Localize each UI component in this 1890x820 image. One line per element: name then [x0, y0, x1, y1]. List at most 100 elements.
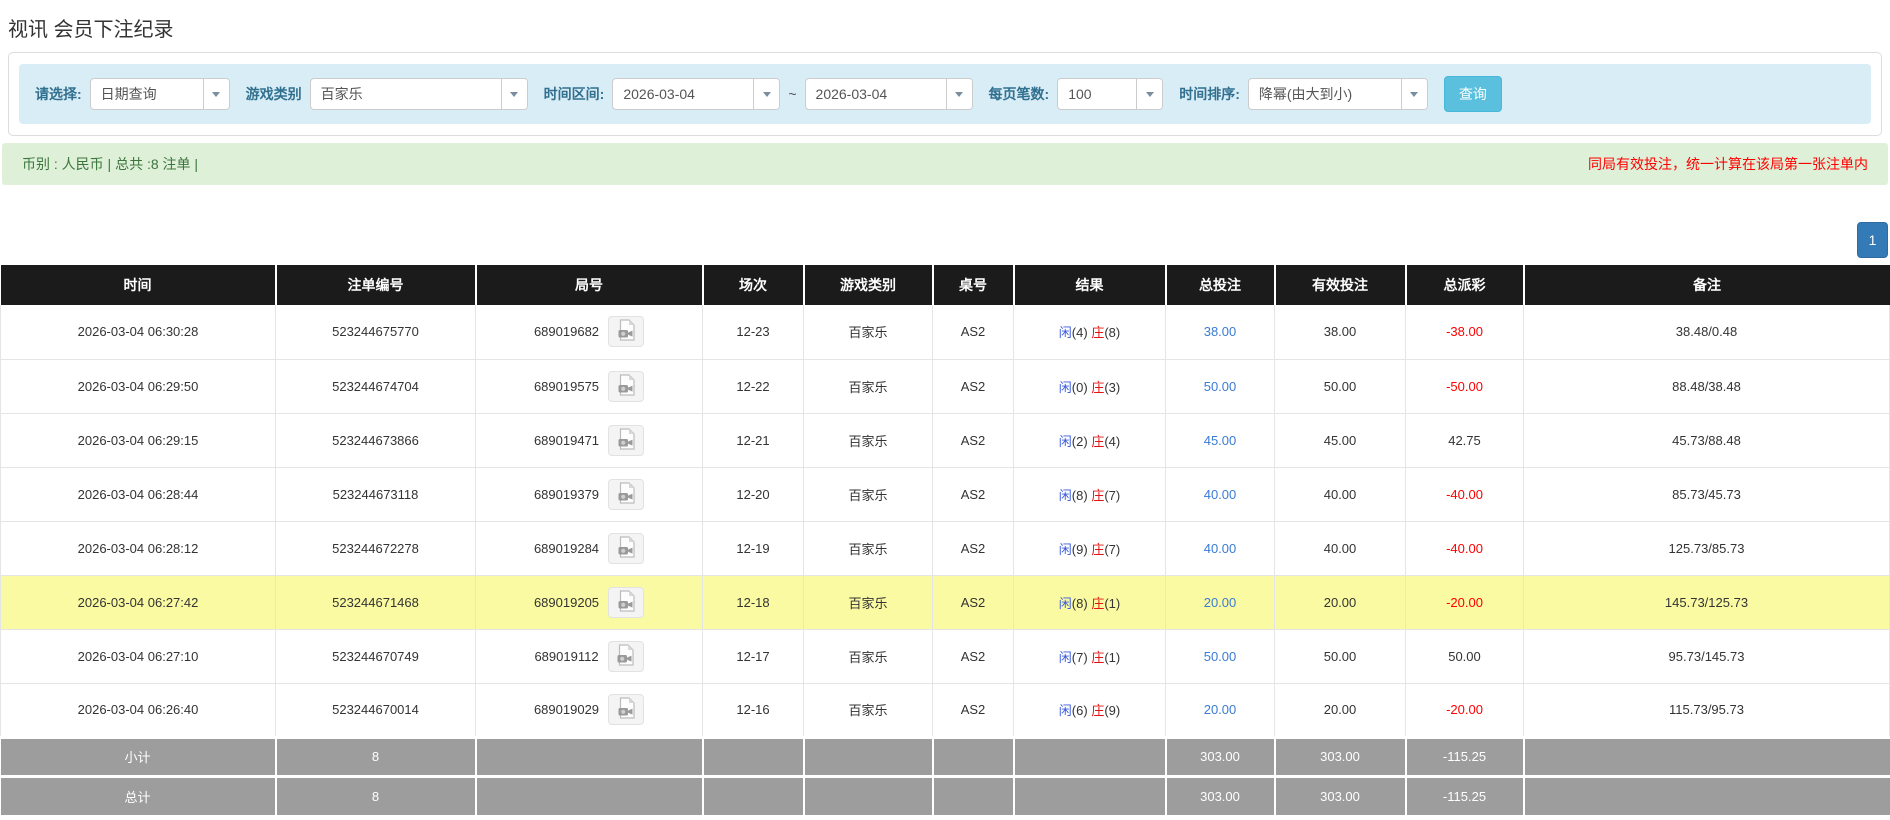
cell-payout: -50.00	[1405, 359, 1524, 414]
page-number-button[interactable]: 1	[1857, 222, 1888, 258]
col-note: 备注	[1523, 265, 1890, 305]
cell-round: 689019379	[475, 467, 703, 522]
total-bet-link[interactable]: 20.00	[1204, 595, 1237, 610]
chevron-down-icon[interactable]	[202, 79, 229, 109]
cell-session: 12-17	[702, 629, 804, 684]
video-replay-button[interactable]	[608, 478, 645, 510]
subtotal-row: 小计 8 303.00 303.00 -115.25	[0, 735, 1890, 776]
cell-bet-id: 523244674704	[275, 359, 476, 414]
chevron-down-icon[interactable]	[500, 79, 527, 109]
round-id: 689019029	[533, 702, 600, 717]
date-from-select[interactable]: 2026-03-04	[612, 78, 781, 110]
chevron-down-icon[interactable]	[945, 79, 972, 109]
caret-glyph	[955, 91, 964, 97]
total-bet-link[interactable]: 38.00	[1204, 324, 1237, 339]
total-bet-link[interactable]: 40.00	[1204, 487, 1237, 502]
table-row: 2026-03-04 06:29:50 523244674704 6890195…	[0, 359, 1890, 414]
video-replay-button[interactable]	[608, 532, 645, 564]
subtotal-empty-table	[932, 735, 1015, 776]
col-total-bet: 总投注	[1165, 265, 1276, 305]
cell-table-no: AS2	[932, 413, 1014, 468]
cell-payout: -20.00	[1405, 683, 1524, 738]
table-row: 2026-03-04 06:29:15 523244673866 6890194…	[0, 413, 1890, 468]
result-player: 闲	[1058, 379, 1072, 395]
video-replay-button[interactable]	[607, 640, 644, 672]
search-button[interactable]: 查询	[1443, 76, 1502, 112]
result-player-count: (8)	[1071, 487, 1088, 503]
result-player: 闲	[1058, 541, 1072, 557]
cell-time: 2026-03-04 06:26:40	[0, 683, 276, 738]
total-bet-link[interactable]: 40.00	[1204, 541, 1237, 556]
chevron-down-icon[interactable]	[1136, 79, 1163, 109]
cell-table-no: AS2	[932, 467, 1014, 522]
cell-game-type: 百家乐	[803, 467, 933, 522]
video-replay-button[interactable]	[608, 424, 645, 456]
result-player: 闲	[1058, 703, 1072, 718]
cell-round: 689019205	[475, 575, 703, 630]
cell-table-no: AS2	[932, 629, 1014, 684]
round-cell: 689019682	[476, 316, 702, 348]
cell-table-no: AS2	[932, 575, 1014, 630]
table-row: 2026-03-04 06:28:12 523244672278 6890192…	[0, 521, 1890, 576]
video-replay-button[interactable]	[608, 694, 645, 725]
game-type-select[interactable]: 百家乐	[309, 78, 528, 110]
cell-total-bet: 50.00	[1165, 629, 1275, 684]
cell-game-type: 百家乐	[803, 629, 933, 684]
sort-order-value: 降幂(由大到小)	[1258, 86, 1353, 102]
bet-records-table: 时间 注单编号 局号 场次 游戏类别 桌号 结果 总投注 有效投注 总派彩 备注…	[0, 265, 1890, 815]
cell-total-bet: 40.00	[1165, 467, 1275, 522]
video-file-icon	[617, 373, 636, 399]
subtotal-valid-bet: 303.00	[1274, 735, 1407, 776]
total-empty-result	[1013, 774, 1167, 815]
chevron-down-icon[interactable]	[753, 79, 780, 109]
video-replay-button[interactable]	[608, 316, 645, 348]
cell-note: 45.73/88.48	[1523, 413, 1890, 468]
query-type-select[interactable]: 日期查询	[89, 78, 230, 110]
round-id: 689019471	[533, 432, 600, 448]
cell-note: 95.73/145.73	[1523, 629, 1890, 684]
round-cell: 689019471	[476, 424, 702, 456]
round-id: 689019575	[533, 378, 600, 394]
total-empty-game	[803, 774, 934, 815]
round-id: 689019205	[533, 594, 600, 610]
game-type-value: 百家乐	[320, 86, 363, 102]
result-banker: 庄	[1091, 325, 1105, 341]
cell-game-type: 百家乐	[803, 683, 933, 738]
cell-session: 12-18	[702, 575, 804, 630]
video-replay-button[interactable]	[608, 370, 645, 402]
page-title: 视讯 会员下注纪录	[8, 19, 174, 41]
cell-table-no: AS2	[932, 305, 1014, 360]
round-id: 689019112	[534, 648, 599, 664]
total-bet-link[interactable]: 50.00	[1204, 649, 1237, 664]
subtotal-empty-session	[702, 735, 805, 776]
cell-round: 689019471	[475, 413, 703, 468]
cell-payout: 42.75	[1405, 413, 1524, 468]
video-replay-button[interactable]	[608, 586, 645, 618]
cell-total-bet: 50.00	[1165, 359, 1275, 414]
cell-round: 689019682	[475, 305, 703, 360]
cell-game-type: 百家乐	[803, 521, 933, 576]
cell-time: 2026-03-04 06:29:15	[0, 413, 276, 468]
cell-valid-bet: 40.00	[1274, 521, 1406, 576]
result-banker-count: (7)	[1104, 541, 1121, 557]
cell-note: 125.73/85.73	[1523, 521, 1890, 576]
cell-result: 闲(4) 庄(8)	[1013, 305, 1166, 360]
date-to-select[interactable]: 2026-03-04	[804, 78, 973, 110]
total-bet-link[interactable]: 20.00	[1204, 702, 1237, 717]
cell-result: 闲(8) 庄(7)	[1013, 467, 1166, 522]
total-row: 总计 8 303.00 303.00 -115.25	[0, 774, 1890, 815]
cell-note: 115.73/95.73	[1523, 683, 1890, 738]
chevron-down-icon[interactable]	[1400, 79, 1427, 109]
per-page-select[interactable]: 100	[1057, 78, 1164, 110]
date-from-value: 2026-03-04	[623, 86, 695, 102]
info-bar: 币别 : 人民币 | 总共 :8 注单 | 同局有效投注，统一计算在该局第一张注…	[2, 143, 1888, 185]
table-header: 时间 注单编号 局号 场次 游戏类别 桌号 结果 总投注 有效投注 总派彩 备注	[0, 265, 1890, 305]
result-player: 闲	[1058, 487, 1072, 503]
sort-order-select[interactable]: 降幂(由大到小)	[1247, 78, 1428, 110]
cell-game-type: 百家乐	[803, 575, 933, 630]
total-bet-link[interactable]: 50.00	[1204, 379, 1237, 394]
cell-note: 85.73/45.73	[1523, 467, 1890, 522]
cell-result: 闲(9) 庄(7)	[1013, 521, 1166, 576]
total-bet-link[interactable]: 45.00	[1204, 433, 1237, 448]
cell-bet-id: 523244670749	[275, 629, 476, 684]
